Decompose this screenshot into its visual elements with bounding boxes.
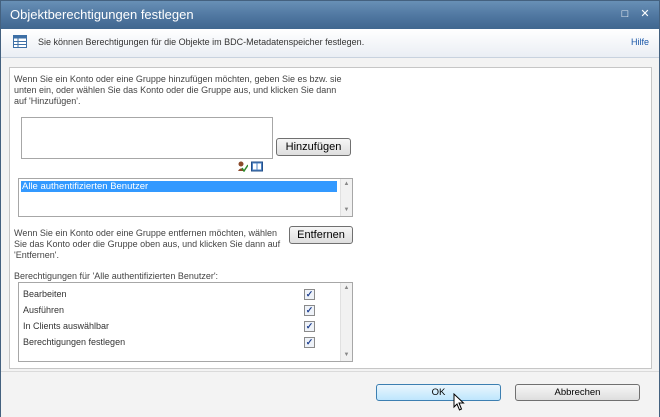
scroll-down-icon[interactable]: ▼	[341, 206, 352, 215]
permission-label: Ausführen	[23, 305, 65, 315]
accounts-scrollbar[interactable]: ▲ ▼	[340, 179, 352, 216]
permission-checkbox[interactable]: ✓	[304, 305, 315, 316]
add-instructions-line2: unten ein, oder wählen Sie das Konto ode…	[14, 85, 337, 95]
remove-instructions-line1: Wenn Sie ein Konto oder eine Gruppe entf…	[14, 228, 278, 238]
accounts-list[interactable]: Alle authentifizierten Benutzer ▲ ▼	[18, 178, 353, 217]
dialog-title: Objektberechtigungen festlegen	[10, 7, 194, 22]
permissions-list: Bearbeiten ✓ Ausführen ✓ In Clients ausw…	[18, 282, 353, 362]
address-book-icon[interactable]	[251, 161, 263, 172]
close-icon[interactable]: ✕	[638, 7, 652, 21]
table-icon	[13, 35, 27, 48]
title-bar: Objektberechtigungen festlegen □ ✕	[1, 1, 659, 29]
permissions-scrollbar[interactable]: ▲ ▼	[340, 283, 352, 361]
account-input[interactable]	[21, 117, 273, 159]
add-instructions-line3: auf 'Hinzufügen'.	[14, 96, 81, 106]
scroll-up-icon[interactable]: ▲	[341, 180, 352, 189]
main-panel: Wenn Sie ein Konto oder eine Gruppe hinz…	[9, 67, 652, 369]
permissions-label: Berechtigungen für 'Alle authentifiziert…	[14, 271, 219, 281]
dialog-window: Objektberechtigungen festlegen □ ✕ Sie k…	[0, 0, 660, 417]
mouse-cursor-icon	[453, 393, 465, 411]
add-button[interactable]: Hinzufügen	[276, 138, 351, 156]
add-instructions-line1: Wenn Sie ein Konto oder eine Gruppe hinz…	[14, 74, 342, 84]
permission-label: Bearbeiten	[23, 289, 67, 299]
help-link[interactable]: Hilfe	[631, 37, 649, 47]
cancel-button[interactable]: Abbrechen	[515, 384, 640, 401]
list-item[interactable]: Alle authentifizierten Benutzer	[21, 181, 337, 192]
permission-label: In Clients auswählbar	[23, 321, 110, 331]
ok-button[interactable]: OK	[376, 384, 501, 401]
remove-button[interactable]: Entfernen	[289, 226, 353, 244]
check-names-icon[interactable]	[237, 161, 248, 172]
scroll-down-icon[interactable]: ▼	[341, 351, 352, 360]
remove-instructions-line2: Sie das Konto oder die Gruppe oben aus, …	[14, 239, 281, 249]
dialog-footer: OK Abbrechen	[1, 371, 659, 417]
permission-label: Berechtigungen festlegen	[23, 337, 126, 347]
remove-instructions-line3: 'Entfernen'.	[14, 250, 59, 260]
permission-checkbox[interactable]: ✓	[304, 321, 315, 332]
scroll-up-icon[interactable]: ▲	[341, 284, 352, 293]
permission-checkbox[interactable]: ✓	[304, 337, 315, 348]
info-bar: Sie können Berechtigungen für die Objekt…	[1, 29, 659, 58]
permission-checkbox[interactable]: ✓	[304, 289, 315, 300]
maximize-icon[interactable]: □	[618, 7, 632, 21]
info-text: Sie können Berechtigungen für die Objekt…	[38, 37, 365, 47]
